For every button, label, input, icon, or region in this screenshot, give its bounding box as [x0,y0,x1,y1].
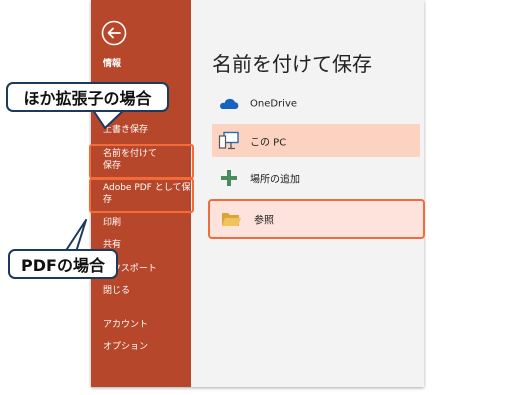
computer-icon [218,131,239,149]
callout-other-extensions: ほか拡張子の場合 [6,82,171,142]
page-title: 名前を付けて保存 [212,52,372,76]
option-onedrive-label: OneDrive [250,98,298,109]
nav-account[interactable]: アカウント [103,320,148,331]
back-arrow-icon[interactable] [101,20,127,46]
callout-other-extensions-text: ほか拡張子の場合 [6,82,169,112]
option-browse-label: 参照 [254,215,274,227]
callout-pdf-text: PDFの場合 [8,249,118,279]
option-this-pc-label: この PC [250,137,287,148]
nav-options[interactable]: オプション [103,342,148,353]
option-add-place[interactable]: 場所の追加 [212,161,420,194]
option-add-place-label: 場所の追加 [250,174,300,185]
adobe-pdf-highlight [89,178,194,213]
plus-icon [221,169,237,186]
option-onedrive[interactable]: OneDrive [212,87,420,120]
option-browse[interactable]: 参照 [208,199,425,239]
cloud-icon [220,98,239,109]
nav-info[interactable]: 情報 [103,59,121,70]
save-as-highlight [89,144,194,179]
folder-icon [222,213,241,226]
option-this-pc[interactable]: この PC [212,124,420,157]
nav-close[interactable]: 閉じる [103,286,130,297]
callout-pdf: PDFの場合 [8,212,118,282]
